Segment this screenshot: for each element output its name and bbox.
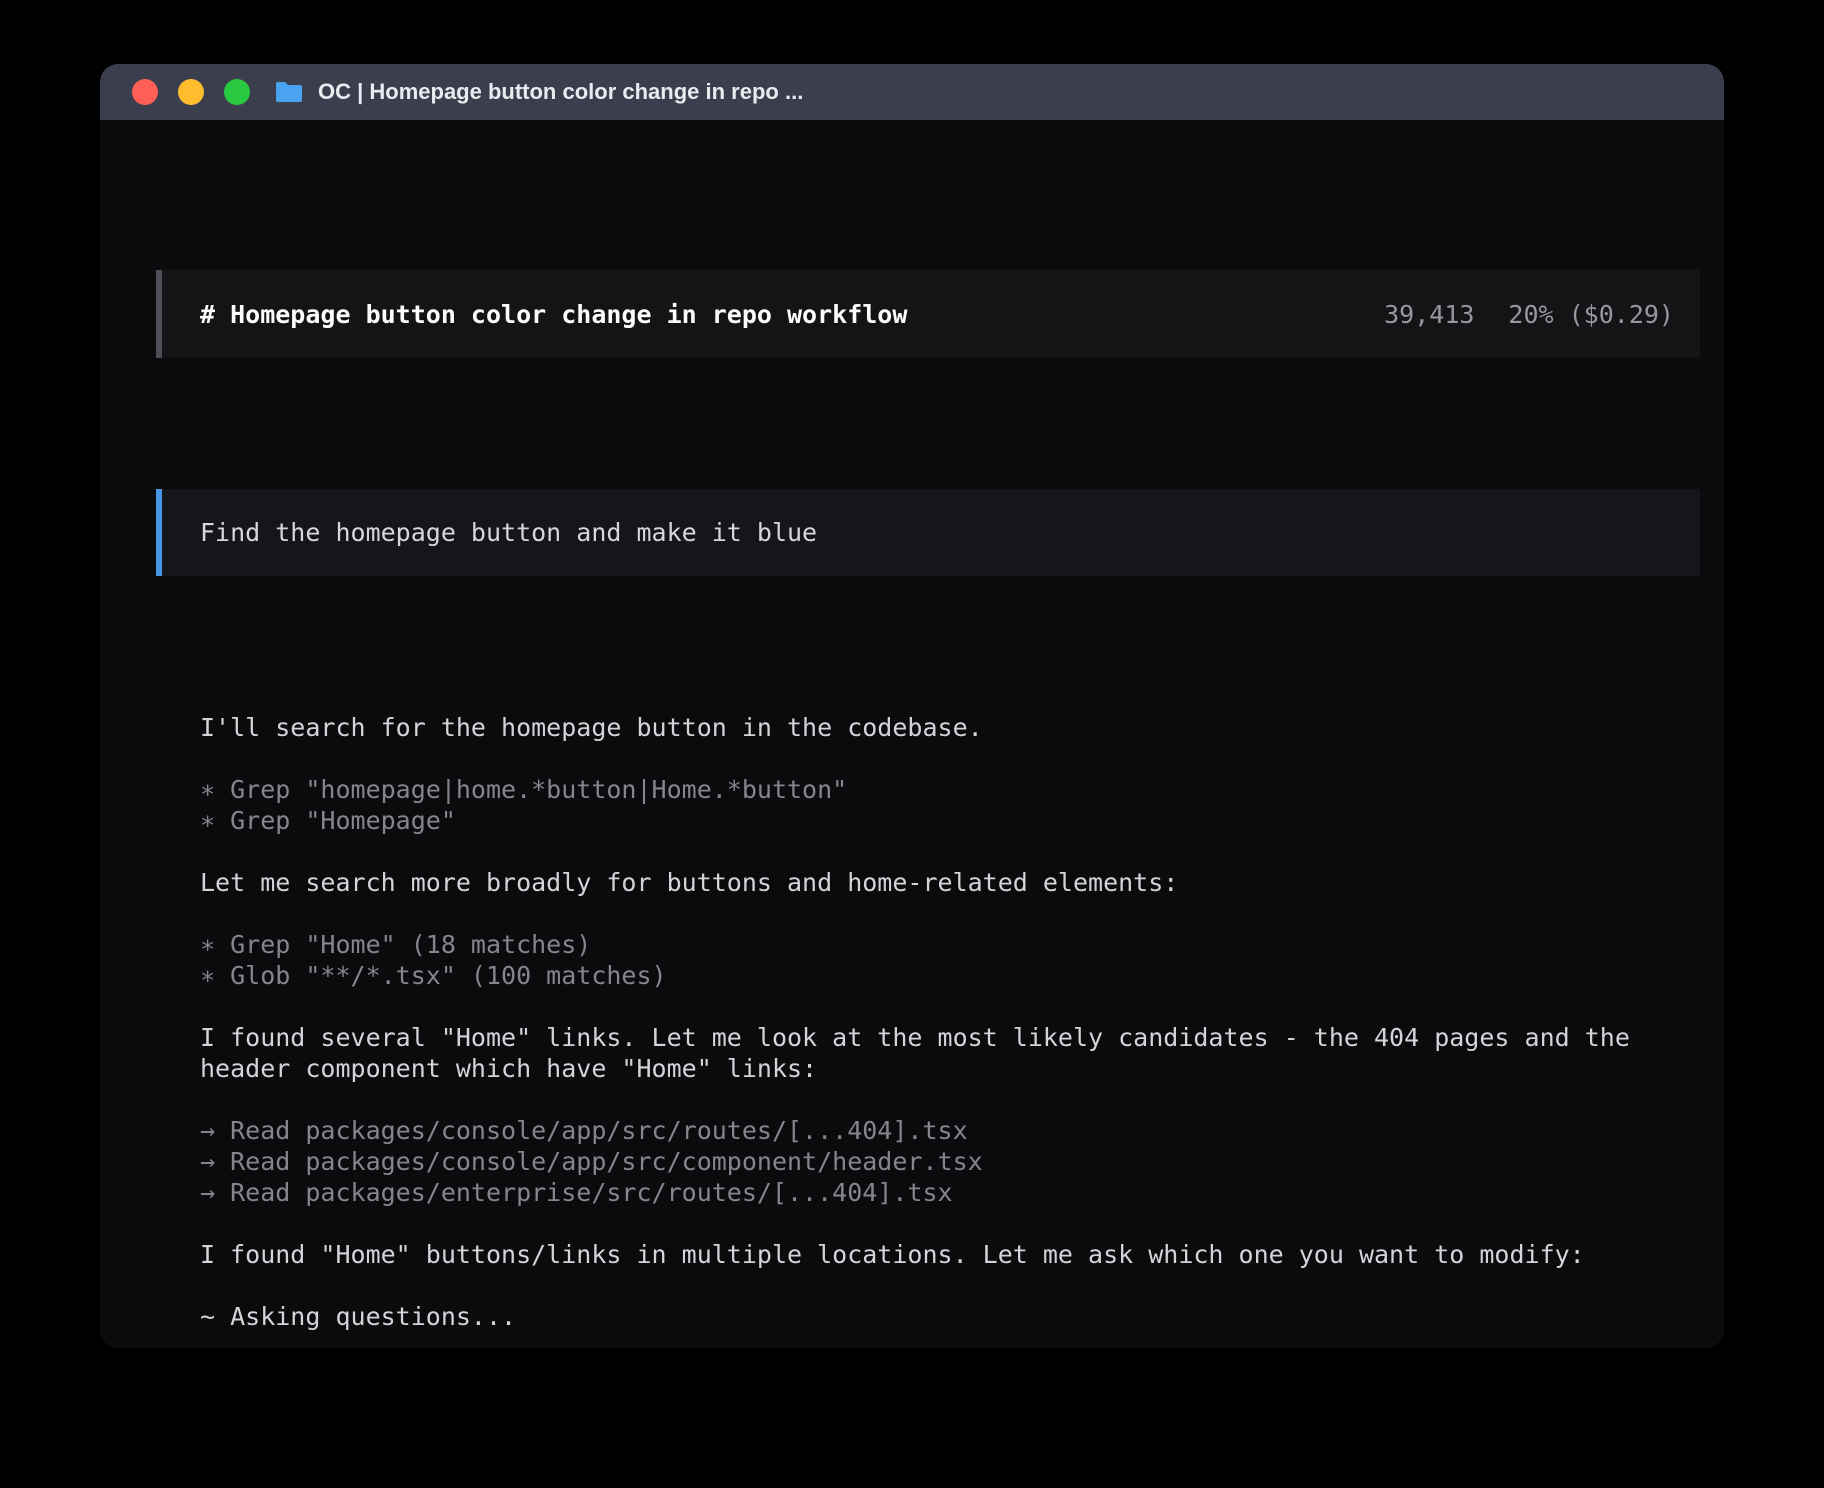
zoom-button[interactable] [224,79,250,105]
tool-call-line: ∗ Grep "homepage|home.*button|Home.*butt… [200,774,1700,805]
token-count: 39,413 [1384,299,1474,330]
assistant-text: Let me search more broadly for buttons a… [200,867,1700,898]
text-line: Let me search more broadly for buttons a… [200,867,1700,898]
terminal-content: # Homepage button color change in repo w… [100,120,1724,1348]
traffic-lights [132,79,250,105]
transcript: I'll search for the homepage button in t… [200,712,1700,1332]
assistant-text: I'll search for the homepage button in t… [200,712,1700,743]
tool-call-line: → Read packages/console/app/src/routes/[… [200,1115,1700,1146]
assistant-text: I found "Home" buttons/links in multiple… [200,1239,1700,1270]
titlebar[interactable]: OC | Homepage button color change in rep… [100,64,1724,120]
window-title: OC | Homepage button color change in rep… [318,79,803,105]
tool-call-line: ∗ Grep "Homepage" [200,805,1700,836]
tool-call-group: ∗ Grep "homepage|home.*button|Home.*butt… [200,774,1700,836]
close-button[interactable] [132,79,158,105]
user-message: Find the homepage button and make it blu… [156,489,1700,576]
tool-call-group: ∗ Grep "Home" (18 matches)∗ Glob "**/*.t… [200,929,1700,991]
tool-call-group: → Read packages/console/app/src/routes/[… [200,1115,1700,1208]
session-stats: 39,413 20% ($0.29) [1384,299,1674,330]
tool-call-line: → Read packages/enterprise/src/routes/[.… [200,1177,1700,1208]
context-usage: 20% ($0.29) [1508,299,1674,330]
tool-call-line: ∗ Grep "Home" (18 matches) [200,929,1700,960]
session-header: # Homepage button color change in repo w… [156,270,1700,358]
tool-call-line: → Read packages/console/app/src/componen… [200,1146,1700,1177]
assistant-text: ~ Asking questions... [200,1301,1700,1332]
text-line: I'll search for the homepage button in t… [200,712,1700,743]
tool-call-line: ∗ Glob "**/*.tsx" (100 matches) [200,960,1700,991]
terminal-window: OC | Homepage button color change in rep… [100,64,1724,1348]
text-line: I found several "Home" links. Let me loo… [200,1022,1700,1053]
minimize-button[interactable] [178,79,204,105]
text-line: I found "Home" buttons/links in multiple… [200,1239,1700,1270]
text-line: header component which have "Home" links… [200,1053,1700,1084]
session-title: # Homepage button color change in repo w… [200,299,907,330]
text-line: ~ Asking questions... [200,1301,1700,1332]
assistant-text: I found several "Home" links. Let me loo… [200,1022,1700,1084]
folder-icon [274,80,304,104]
user-message-text: Find the homepage button and make it blu… [200,517,817,548]
